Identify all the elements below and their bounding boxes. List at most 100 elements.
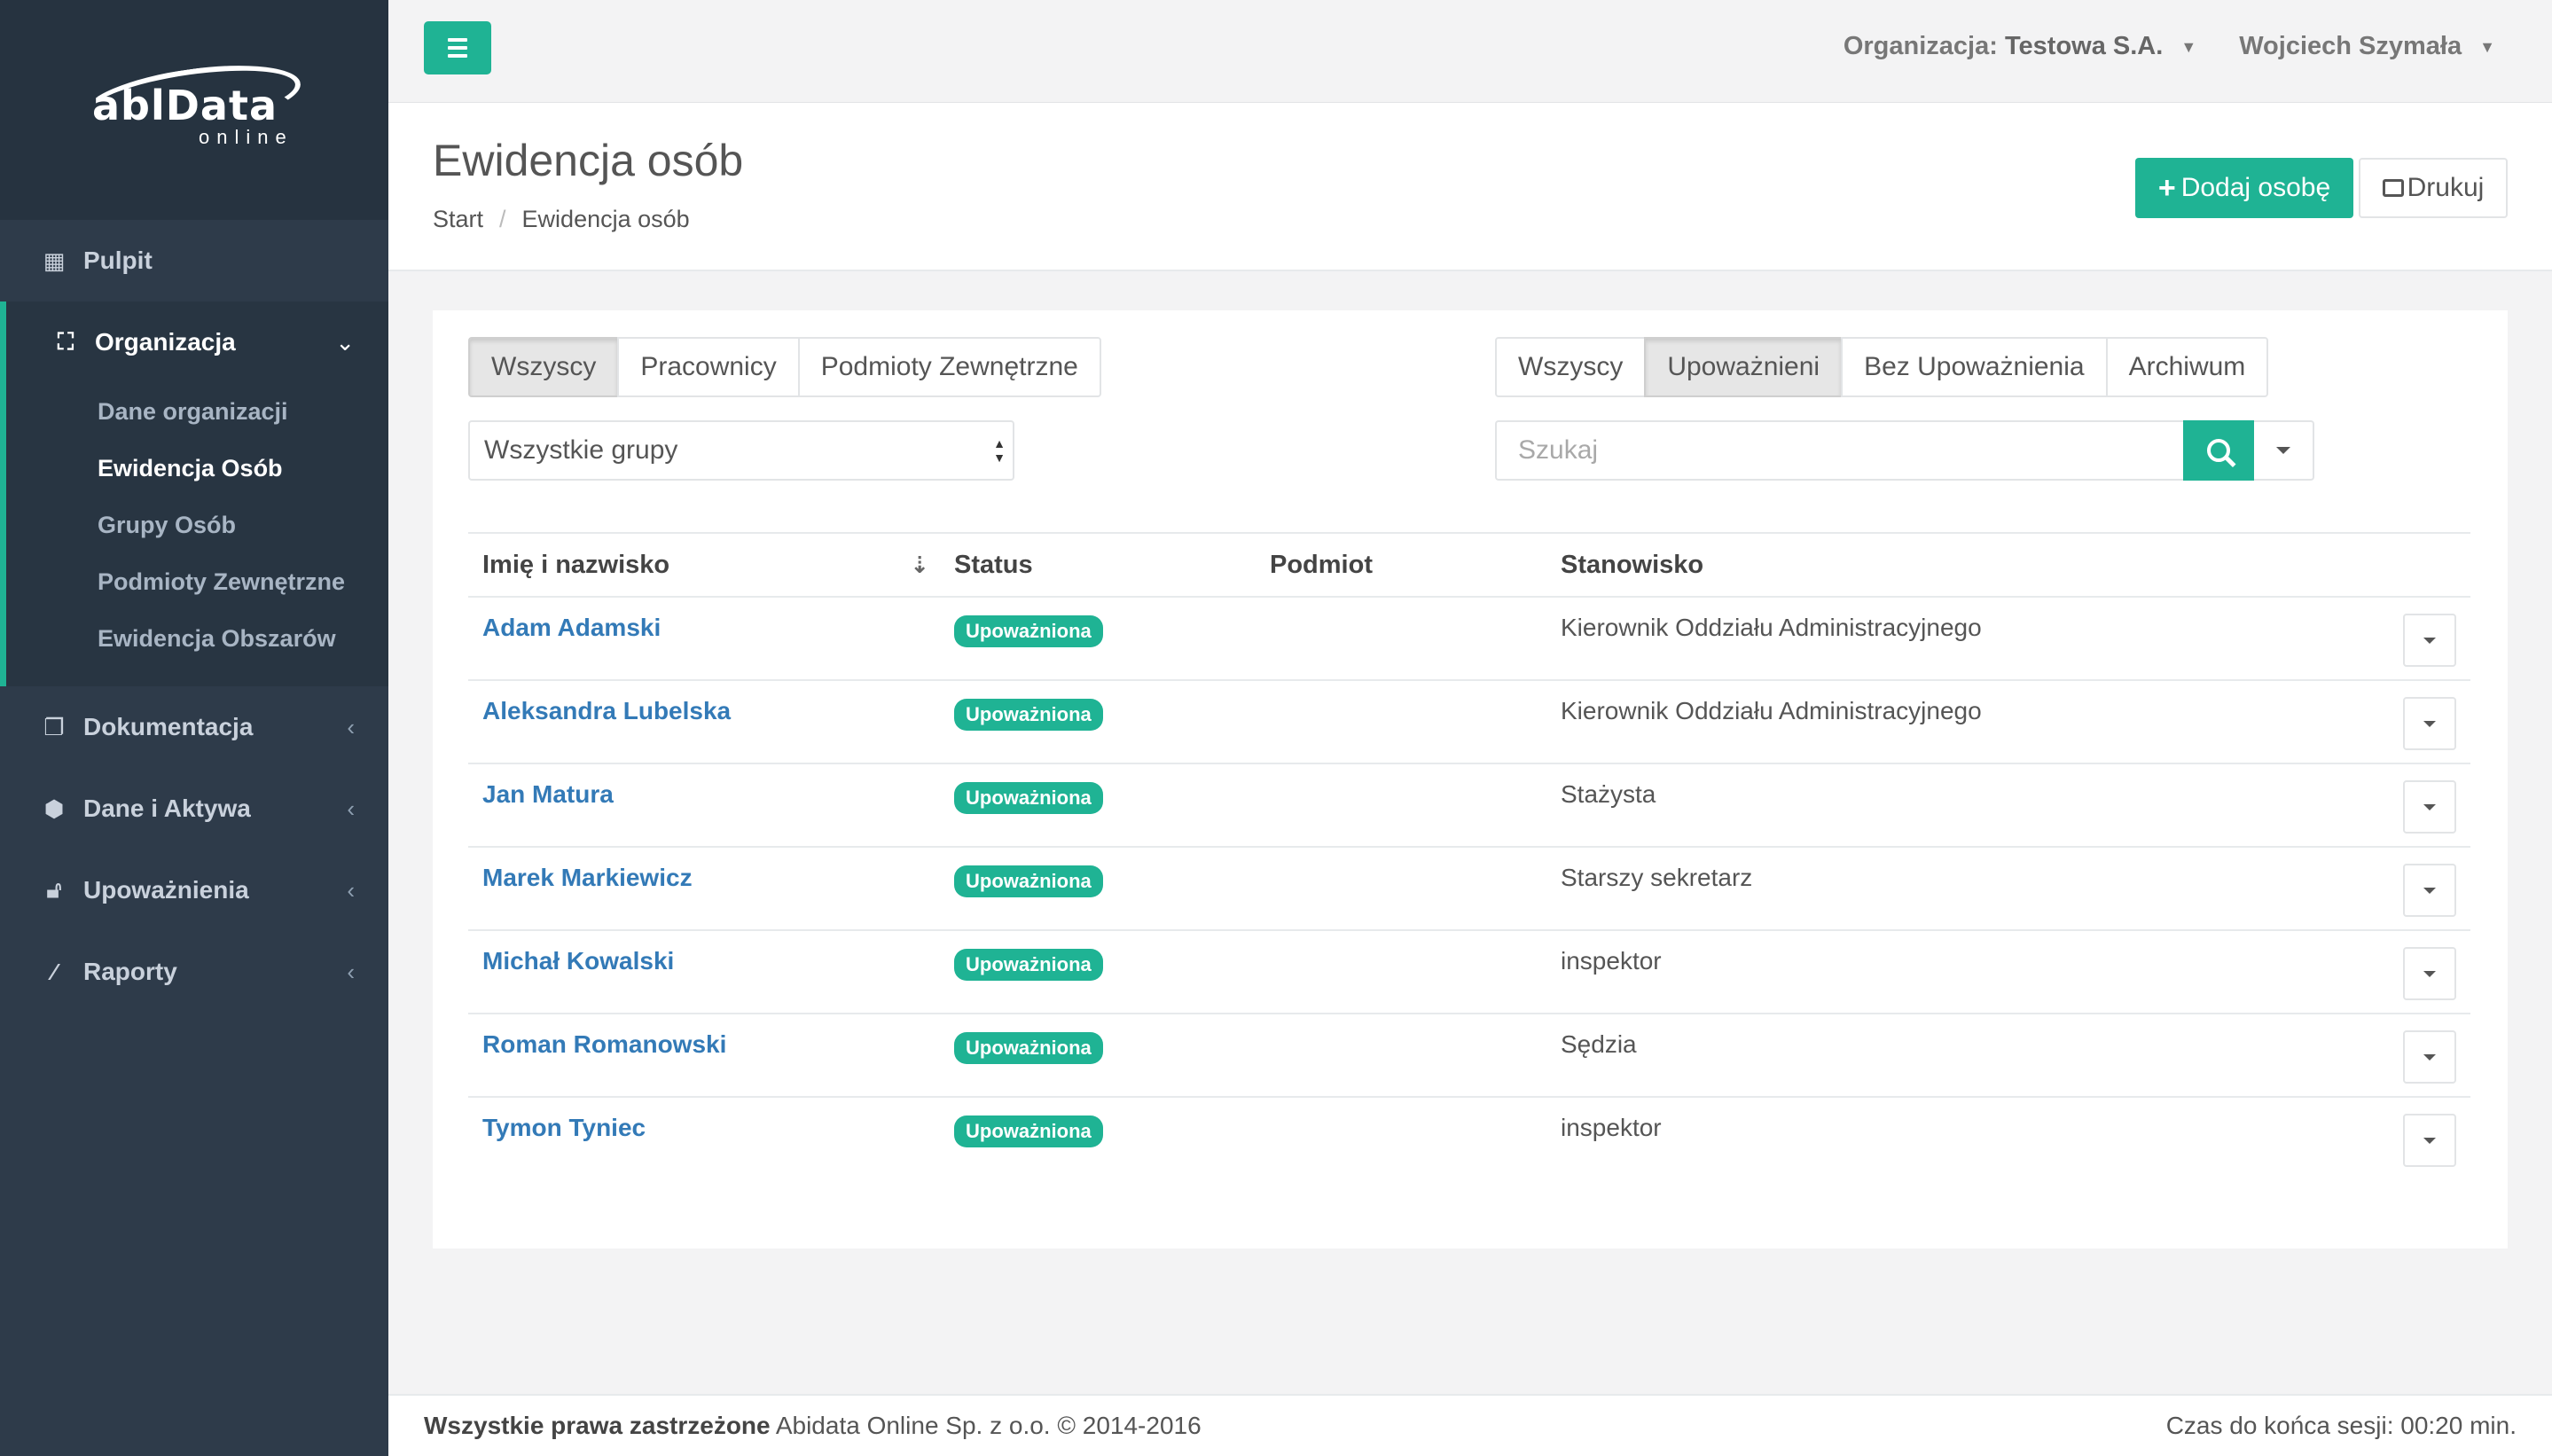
cell-status: Upoważniona bbox=[940, 763, 1256, 848]
cell-status: Upoważniona bbox=[940, 680, 1256, 764]
position-text: Starszy sekretarz bbox=[1561, 864, 1753, 891]
printer-icon bbox=[2382, 179, 2404, 197]
footer: Wszystkie prawa zastrzeżone Abidata Onli… bbox=[388, 1394, 2552, 1456]
cell-position: Starszy sekretarz bbox=[1546, 847, 2470, 931]
person-name-link[interactable]: Jan Matura bbox=[482, 780, 614, 808]
cell-position: Stażysta bbox=[1546, 763, 2470, 848]
sidebar-item-label: Dokumentacja bbox=[83, 713, 254, 740]
sort-alpha-icon[interactable]: ⇣ bbox=[910, 552, 929, 579]
cell-name: Roman Romanowski bbox=[468, 1014, 940, 1098]
column-header-name[interactable]: Imię i nazwisko ⇣ bbox=[468, 532, 940, 598]
row-actions-button[interactable] bbox=[2403, 1114, 2456, 1167]
table-row: Adam Adamski Upoważniona Kierownik Oddział… bbox=[468, 597, 2470, 681]
chevron-down-icon: ⌄ bbox=[335, 328, 355, 356]
sidebar-item-upowaznienia[interactable]: 🔓︎ Upoważnienia ‹ bbox=[0, 849, 388, 931]
search-group bbox=[1495, 420, 2314, 481]
filter-type-external[interactable]: Podmioty Zewnętrzne bbox=[797, 337, 1101, 397]
breadcrumb: Start / Ewidencja osób bbox=[433, 206, 690, 233]
caret-down-icon: ▼ bbox=[2479, 37, 2495, 56]
caret-down-icon bbox=[2423, 1137, 2436, 1144]
filter-type-employees[interactable]: Pracownicy bbox=[617, 337, 800, 397]
cell-name: Michał Kowalski bbox=[468, 930, 940, 1014]
add-person-button[interactable]: + Dodaj osobę bbox=[2135, 158, 2353, 218]
group-select-value: Wszystkie grupy bbox=[484, 435, 678, 465]
person-name-link[interactable]: Michał Kowalski bbox=[482, 947, 674, 975]
status-badge: Upoważniona bbox=[954, 782, 1103, 814]
breadcrumb-start-link[interactable]: Start bbox=[433, 206, 483, 232]
footer-copyright: Wszystkie prawa zastrzeżone Abidata Onli… bbox=[424, 1412, 1202, 1440]
filter-auth-archive[interactable]: Archiwum bbox=[2105, 337, 2269, 397]
table-row: Aleksandra Lubelska Upoważniona Kierownik … bbox=[468, 680, 2470, 764]
organization-dropdown[interactable]: Organizacja: Testowa S.A. ▼ bbox=[1844, 32, 2196, 61]
search-options-dropdown[interactable] bbox=[2254, 420, 2314, 481]
row-actions-button[interactable] bbox=[2403, 947, 2456, 1000]
session-timer: Czas do końca sesji: 00:20 min. bbox=[2165, 1412, 2517, 1439]
cell-position: inspektor bbox=[1546, 930, 2470, 1014]
menu-toggle-button[interactable] bbox=[424, 21, 491, 74]
caret-down-icon bbox=[2276, 447, 2290, 454]
top-navbar: Organizacja: Testowa S.A. ▼ Wojciech Szy… bbox=[388, 0, 2552, 103]
unlock-icon: 🔓︎ bbox=[46, 876, 62, 903]
breadcrumb-separator: / bbox=[499, 206, 506, 232]
cell-name: Adam Adamski bbox=[468, 597, 940, 681]
filter-auth-authorized[interactable]: Upoważnieni bbox=[1644, 337, 1844, 397]
cell-podmiot bbox=[1256, 680, 1546, 764]
filter-type-all[interactable]: Wszyscy bbox=[468, 337, 620, 397]
cell-podmiot bbox=[1256, 1014, 1546, 1098]
status-badge: Upoważniona bbox=[954, 615, 1103, 647]
sidebar-subitem-ewidencja-osob[interactable]: Ewidencja Osób bbox=[6, 440, 388, 497]
row-actions-button[interactable] bbox=[2403, 864, 2456, 917]
cell-status: Upoważniona bbox=[940, 930, 1256, 1014]
sidebar-item-dokumentacja[interactable]: ❐ Dokumentacja ‹ bbox=[0, 686, 388, 768]
person-name-link[interactable]: Adam Adamski bbox=[482, 614, 661, 641]
add-person-label: Dodaj osobę bbox=[2180, 173, 2331, 202]
select-arrows-icon: ▲ ▼ bbox=[993, 436, 1006, 465]
user-dropdown[interactable]: Wojciech Szymała ▼ bbox=[2239, 32, 2495, 61]
sidebar-item-pulpit[interactable]: ▦ Pulpit bbox=[0, 220, 388, 301]
plus-icon: + bbox=[2157, 170, 2176, 205]
print-button[interactable]: Drukuj bbox=[2359, 158, 2508, 218]
cell-status: Upoważniona bbox=[940, 847, 1256, 931]
group-select[interactable]: Wszystkie grupy ▲ ▼ bbox=[468, 420, 1014, 481]
sidebar-subitem-dane-organizacji[interactable]: Dane organizacji bbox=[6, 383, 388, 440]
sidebar-item-organizacja[interactable]: ⛶ Organizacja ⌄ bbox=[6, 301, 388, 383]
position-text: Kierownik Oddziału Administracyjnego bbox=[1561, 697, 1982, 724]
cell-podmiot bbox=[1256, 847, 1546, 931]
person-name-link[interactable]: Tymon Tyniec bbox=[482, 1114, 646, 1141]
position-text: inspektor bbox=[1561, 947, 1662, 975]
cell-podmiot bbox=[1256, 930, 1546, 1014]
table-row: Jan Matura Upoważniona Stażysta bbox=[468, 763, 2470, 848]
search-input[interactable] bbox=[1495, 420, 2183, 481]
cell-position: Kierownik Oddziału Administracyjnego bbox=[1546, 680, 2470, 764]
logo[interactable]: ablData online bbox=[0, 0, 388, 220]
cell-position: Kierownik Oddziału Administracyjnego bbox=[1546, 597, 2470, 681]
row-actions-button[interactable] bbox=[2403, 1030, 2456, 1084]
row-actions-button[interactable] bbox=[2403, 614, 2456, 667]
person-name-link[interactable]: Marek Markiewicz bbox=[482, 864, 693, 891]
sidebar-subitem-grupy-osob[interactable]: Grupy Osób bbox=[6, 497, 388, 553]
filter-auth-all[interactable]: Wszyscy bbox=[1495, 337, 1647, 397]
person-name-link[interactable]: Roman Romanowski bbox=[482, 1030, 726, 1058]
column-header-stanowisko: Stanowisko bbox=[1546, 532, 2470, 598]
caret-down-icon bbox=[2423, 887, 2436, 894]
people-table: Imię i nazwisko ⇣ Status Podmiot Stanowi… bbox=[468, 532, 2470, 1180]
cubes-icon: ⬢ bbox=[43, 795, 65, 822]
sidebar-item-raporty[interactable]: ⁄ Raporty ‹ bbox=[0, 931, 388, 1013]
status-badge: Upoważniona bbox=[954, 865, 1103, 897]
row-actions-button[interactable] bbox=[2403, 697, 2456, 750]
search-button[interactable] bbox=[2183, 420, 2254, 481]
filter-auth-unauthorized[interactable]: Bez Upoważnienia bbox=[1841, 337, 2108, 397]
sidebar-item-dane-i-aktywa[interactable]: ⬢ Dane i Aktywa ‹ bbox=[0, 768, 388, 849]
documents-icon: ❐ bbox=[43, 713, 65, 740]
person-name-link[interactable]: Aleksandra Lubelska bbox=[482, 697, 731, 724]
hamburger-icon bbox=[448, 38, 467, 42]
table-body: Adam Adamski Upoważniona Kierownik Oddział… bbox=[468, 597, 2470, 1180]
row-actions-button[interactable] bbox=[2403, 780, 2456, 834]
position-text: Sędzia bbox=[1561, 1030, 1637, 1058]
cell-position: Sędzia bbox=[1546, 1014, 2470, 1098]
sidebar-subitem-podmioty-zewnetrzne[interactable]: Podmioty Zewnętrzne bbox=[6, 553, 388, 610]
footer-rights-bold: Wszystkie prawa zastrzeżone bbox=[424, 1412, 771, 1439]
position-text: Kierownik Oddziału Administracyjnego bbox=[1561, 614, 1982, 641]
sidebar-subitem-ewidencja-obszarow[interactable]: Ewidencja Obszarów bbox=[6, 610, 388, 667]
status-badge: Upoważniona bbox=[954, 1115, 1103, 1147]
